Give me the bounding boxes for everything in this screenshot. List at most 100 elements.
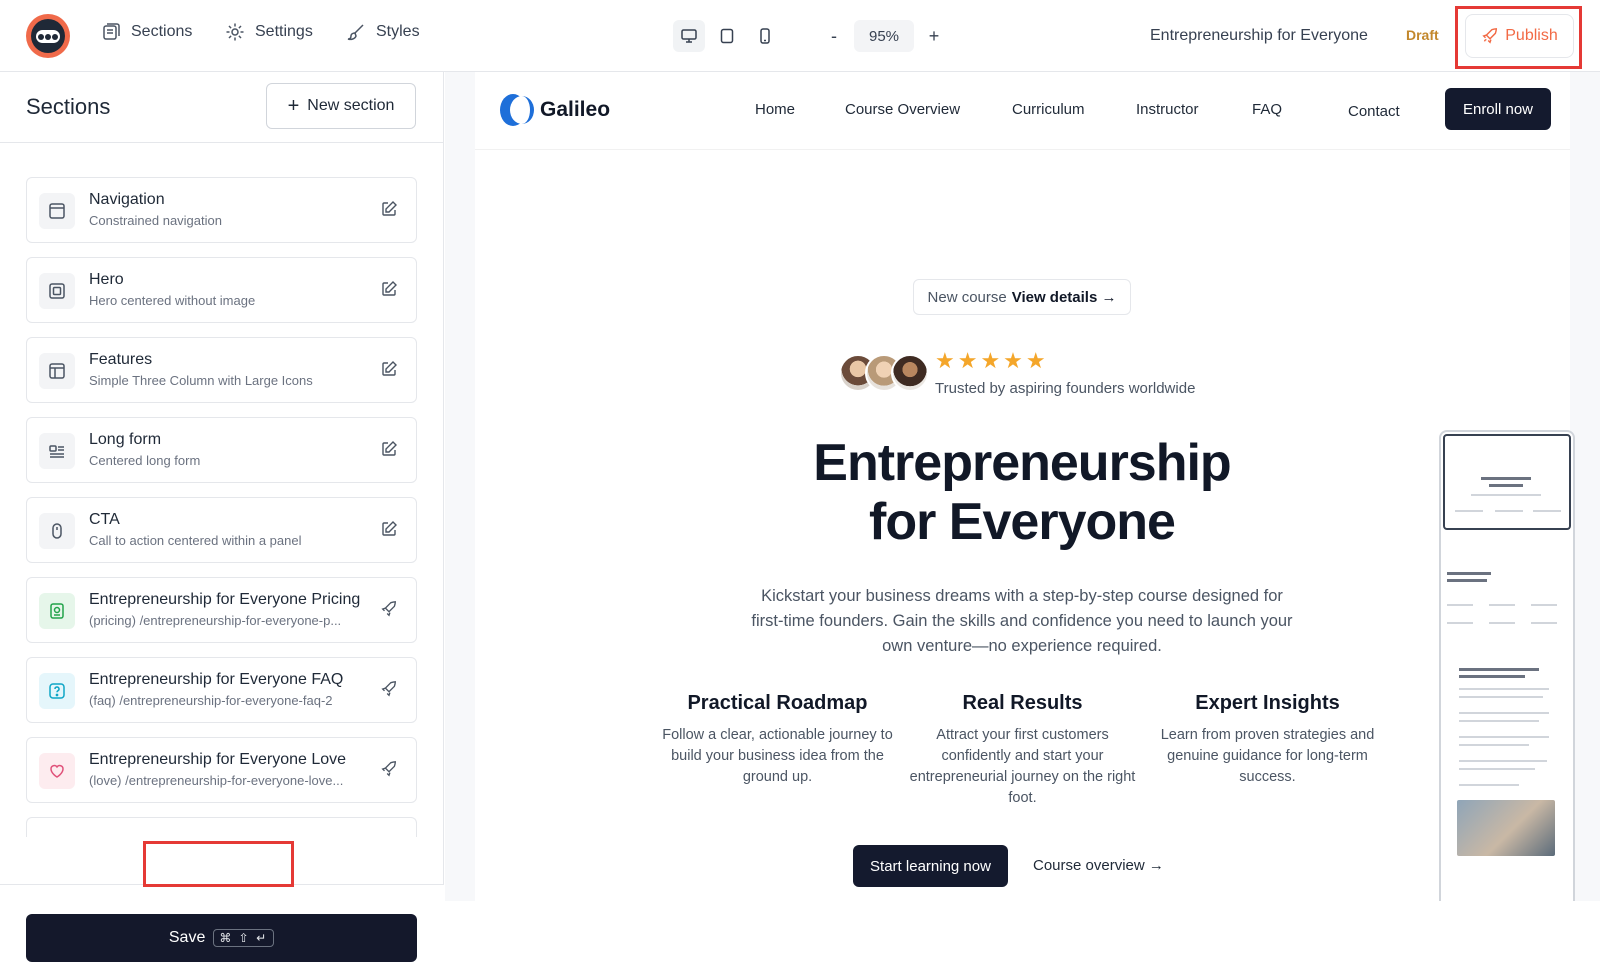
zoom-in-button[interactable]: + (922, 26, 946, 47)
project-title: Entrepreneurship for Everyone (1150, 27, 1368, 44)
zoom-control: - 95% + (822, 20, 946, 52)
tablet-icon (720, 28, 734, 44)
rocket-icon[interactable] (380, 680, 398, 698)
device-mobile-button[interactable] (749, 20, 781, 52)
section-item-features[interactable]: Features Simple Three Column with Large … (26, 337, 417, 403)
start-learning-button[interactable]: Start learning now (853, 845, 1008, 887)
section-name: Navigation (89, 191, 165, 208)
course-overview-link[interactable]: Course overview → (1033, 857, 1164, 874)
site-link-contact[interactable]: Contact (1348, 103, 1400, 120)
nav-sections[interactable]: Sections (101, 22, 192, 42)
minimap-block (1489, 604, 1515, 606)
save-shortcut: ⌘ ⇧ ↵ (213, 929, 275, 947)
nav-styles[interactable]: Styles (346, 22, 420, 42)
section-name: Entrepreneurship for Everyone Pricing (89, 591, 361, 608)
mouse-icon (39, 513, 75, 549)
hero-headline: Entrepreneurship for Everyone (722, 434, 1322, 552)
edit-icon[interactable] (380, 280, 398, 298)
site-link-home[interactable]: Home (755, 101, 795, 118)
device-desktop-button[interactable] (673, 20, 705, 52)
section-name: Entrepreneurship for Everyone Love (89, 751, 347, 768)
edit-icon[interactable] (380, 200, 398, 218)
section-item-faq[interactable]: Entrepreneurship for Everyone FAQ (faq) … (26, 657, 417, 723)
square-icon (39, 273, 75, 309)
feature-text: Attract your first customers confidently… (909, 727, 1136, 806)
pill-prefix: New course (927, 288, 1007, 306)
section-item-navigation[interactable]: Navigation Constrained navigation (26, 177, 417, 243)
minimap-block (1471, 494, 1541, 496)
feature-text: Follow a clear, actionable journey to bu… (662, 727, 893, 785)
status-badge: Draft (1406, 27, 1439, 43)
section-subtitle: Centered long form (89, 453, 201, 468)
section-list: Navigation Constrained navigation Hero H… (26, 177, 417, 837)
section-name: CTA (89, 511, 120, 528)
gear-icon (226, 23, 244, 41)
edit-icon[interactable] (380, 360, 398, 378)
site-link-curriculum[interactable]: Curriculum (1012, 101, 1085, 118)
minimap-block (1459, 675, 1525, 678)
section-subtitle: (love) /entrepreneurship-for-everyone-lo… (89, 773, 344, 788)
help-icon (39, 673, 75, 709)
brand-name: Galileo (540, 98, 611, 121)
new-course-pill[interactable]: New course View details → (913, 279, 1131, 315)
section-item-love[interactable]: Entrepreneurship for Everyone Love (love… (26, 737, 417, 803)
new-section-label: New section (307, 97, 395, 114)
headline-line-1: Entrepreneurship (813, 434, 1231, 492)
minimap-block (1459, 768, 1535, 770)
page-minimap[interactable] (1439, 430, 1575, 901)
brush-icon (347, 24, 364, 41)
page-preview[interactable]: Galileo Home Course Overview Curriculum … (475, 72, 1570, 901)
section-name: Features (89, 351, 153, 368)
minimap-block (1459, 720, 1539, 722)
minimap-block (1459, 696, 1543, 698)
minimap-block (1489, 622, 1515, 624)
section-subtitle: Constrained navigation (89, 213, 222, 228)
avatar (891, 354, 929, 392)
section-name: Entrepreneurship for Everyone FAQ (89, 671, 344, 688)
layout-icon (39, 193, 75, 229)
publish-highlight-box (1455, 6, 1582, 69)
rocket-icon[interactable] (380, 600, 398, 618)
minimap-block (1459, 712, 1549, 714)
sections-icon (103, 23, 120, 40)
minimap-block (1459, 668, 1539, 671)
save-button[interactable]: Save ⌘ ⇧ ↵ (26, 914, 417, 962)
top-bar: Sections Settings Styles - 95% + Entrepr… (0, 0, 1600, 72)
minimap-block (1459, 744, 1529, 746)
minimap-image (1457, 800, 1555, 856)
edit-icon[interactable] (380, 440, 398, 458)
avatar-group (839, 354, 929, 392)
feature-title: Real Results (962, 692, 1083, 714)
form-icon (39, 433, 75, 469)
minimap-block (1447, 622, 1473, 624)
site-link-instructor[interactable]: Instructor (1136, 101, 1199, 118)
nav-styles-label: Styles (376, 23, 420, 40)
site-link-course-overview[interactable]: Course Overview (845, 101, 960, 118)
section-item-partial[interactable] (26, 817, 417, 837)
section-item-long-form[interactable]: Long form Centered long form (26, 417, 417, 483)
nav-sections-label: Sections (131, 23, 193, 40)
zoom-value[interactable]: 95% (854, 20, 914, 52)
minimap-block (1447, 579, 1487, 582)
app-logo[interactable] (26, 14, 70, 58)
minimap-viewport[interactable] (1443, 434, 1571, 530)
site-link-faq[interactable]: FAQ (1252, 101, 1282, 118)
galileo-logo-icon (500, 94, 534, 126)
new-section-button[interactable]: + New section (266, 83, 416, 129)
section-item-hero[interactable]: Hero Hero centered without image (26, 257, 417, 323)
enroll-button[interactable]: Enroll now (1445, 88, 1551, 130)
section-name: Hero (89, 271, 124, 288)
device-tablet-button[interactable] (711, 20, 743, 52)
editor-canvas: Galileo Home Course Overview Curriculum … (445, 72, 1600, 901)
zoom-out-button[interactable]: - (822, 26, 846, 47)
section-item-pricing[interactable]: Entrepreneurship for Everyone Pricing (p… (26, 577, 417, 643)
section-subtitle: (faq) /entrepreneurship-for-everyone-faq… (89, 693, 333, 708)
site-brand[interactable]: Galileo (500, 94, 610, 126)
section-item-cta[interactable]: CTA Call to action centered within a pan… (26, 497, 417, 563)
nav-settings[interactable]: Settings (225, 22, 313, 42)
rocket-icon[interactable] (380, 760, 398, 778)
minimap-block (1495, 510, 1523, 512)
pricing-icon (39, 593, 75, 629)
save-label: Save (168, 929, 206, 946)
edit-icon[interactable] (380, 520, 398, 538)
